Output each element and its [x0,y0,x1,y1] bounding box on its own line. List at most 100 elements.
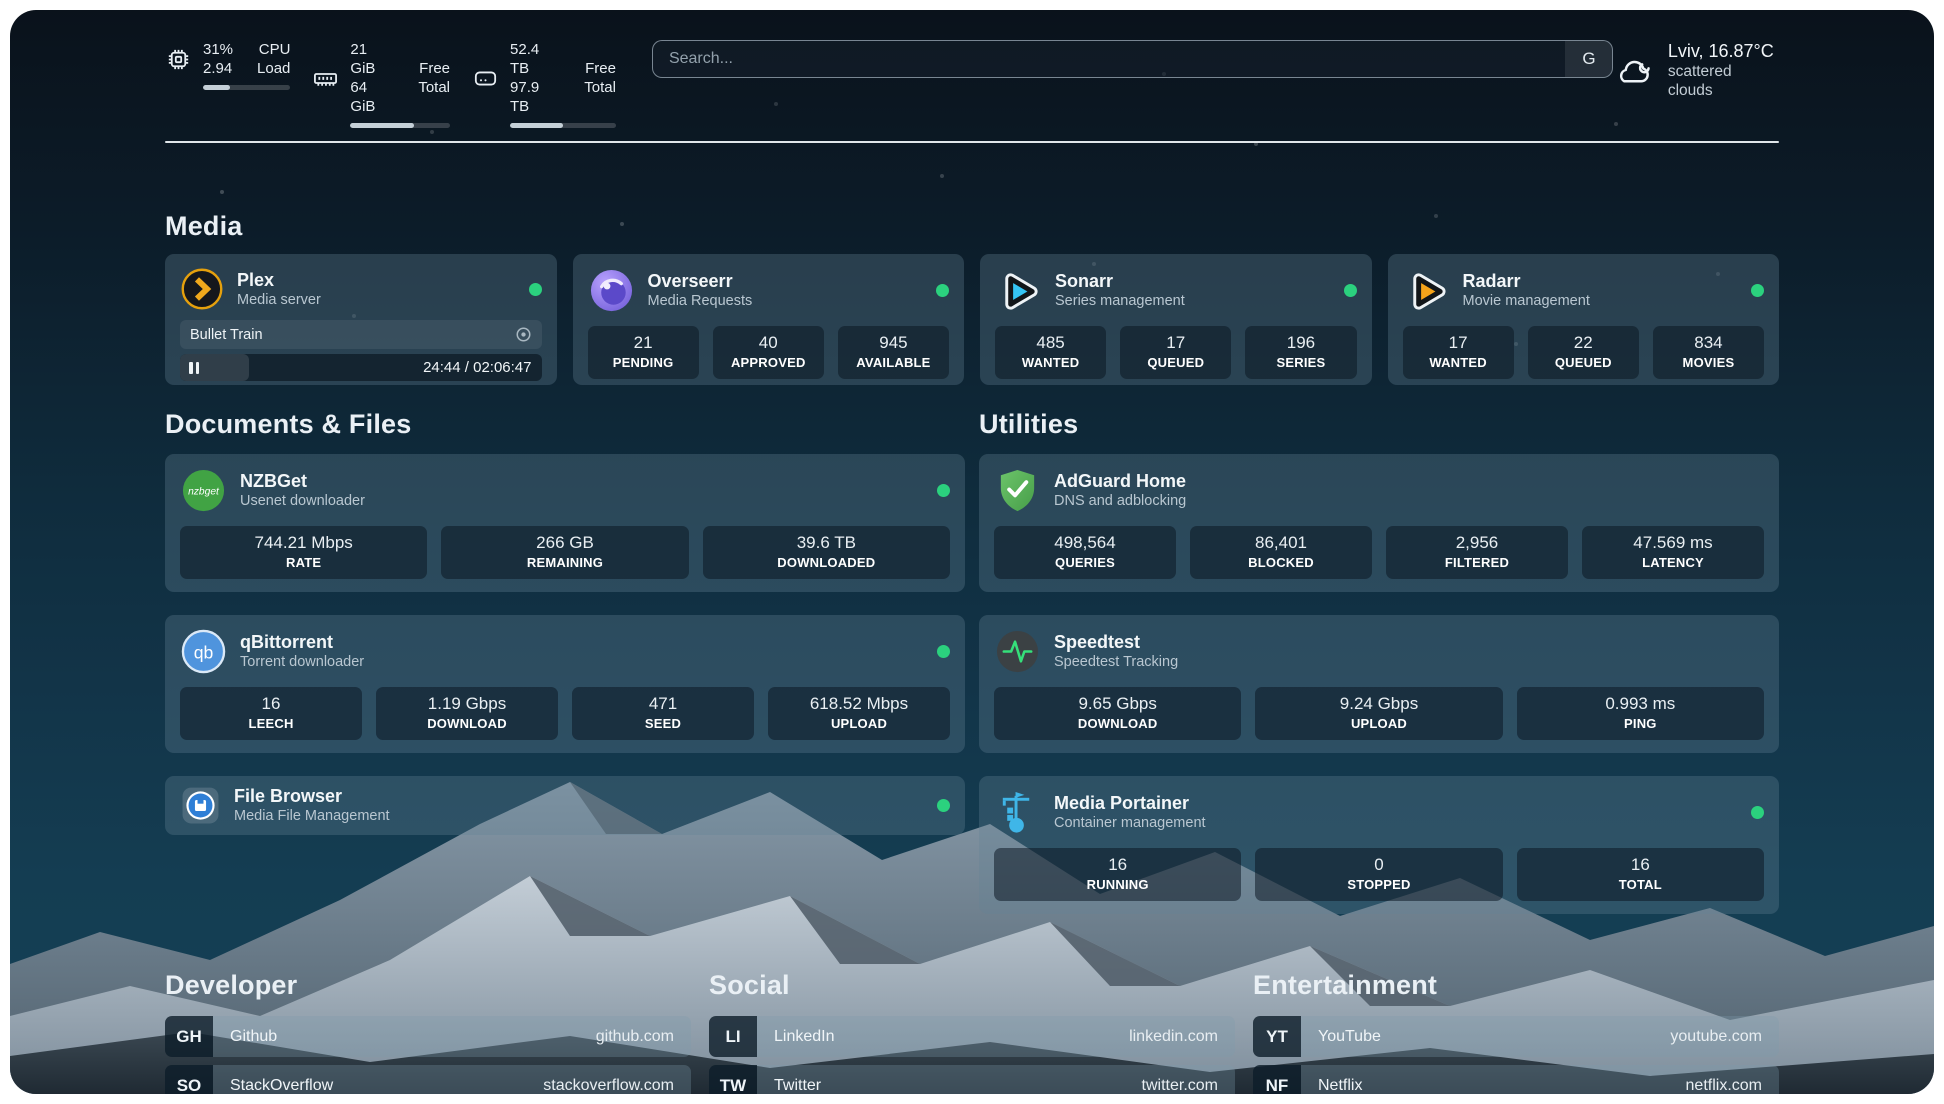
stat-tile: 86,401BLOCKED [1190,526,1372,579]
utilities-column: Utilities AdGuard Home DNS and adblockin… [979,409,1779,914]
now-playing-title: Bullet Train [190,327,263,343]
documents-column: Documents & Files nzbget NZBGet Usenet d… [165,409,965,914]
stat-tile: 39.6 TBDOWNLOADED [703,526,950,579]
app-card-portainer[interactable]: Media Portainer Container management 16R… [979,776,1779,914]
app-card-speedtest[interactable]: Speedtest Speedtest Tracking 9.65 GbpsDO… [979,615,1779,753]
search-bar: G [652,40,1614,78]
stat-tile: 196SERIES [1245,326,1356,379]
bookmark-name: YouTube [1318,1028,1381,1046]
stat-tile: 21PENDING [588,326,699,379]
bookmark-url: netflix.com [1686,1077,1762,1095]
bookmark-abbr: TW [709,1065,757,1094]
app-name: Plex [237,269,321,291]
status-dot [529,283,542,296]
app-name: Sonarr [1055,270,1185,292]
bookmark-name: Github [230,1028,277,1046]
now-playing-indicator-icon[interactable] [515,326,532,343]
bookmark-url: linkedin.com [1129,1028,1218,1046]
stat-tile: 16LEECH [180,687,362,740]
app-name: qBittorrent [240,631,364,653]
memory-free-value: 21 GiB [350,40,394,78]
radarr-icon [1403,267,1450,314]
stat-tile: 22QUEUED [1528,326,1639,379]
header-divider [165,141,1779,143]
bookmark-url: twitter.com [1142,1077,1218,1095]
stat-tile: 47.569 msLATENCY [1582,526,1764,579]
memory-total-value: 64 GiB [350,78,394,116]
status-dot [937,645,950,658]
app-card-filebrowser[interactable]: File Browser Media File Management [165,776,965,835]
app-description: Container management [1054,814,1206,833]
bookmark-name: LinkedIn [774,1028,835,1046]
disk-label-1: Free [584,59,616,78]
cpu-label-2: Load [257,59,290,78]
stat-tile: 9.24 GbpsUPLOAD [1255,687,1502,740]
weather-condition: scattered clouds [1668,62,1779,100]
app-name: Speedtest [1054,631,1178,653]
bookmark-linkedin[interactable]: LI LinkedIn linkedin.com [709,1016,1235,1057]
bookmark-stackoverflow[interactable]: SO StackOverflow stackoverflow.com [165,1065,691,1094]
bookmark-name: Twitter [774,1077,821,1095]
disk-label-2: Total [584,78,616,97]
disk-icon [472,65,499,92]
bookmark-abbr: YT [1253,1016,1301,1057]
adguard-icon [994,467,1041,514]
bookmarks-developer: Developer GH Github github.com SO StackO… [165,970,691,1094]
app-name: NZBGet [240,470,365,492]
app-description: Usenet downloader [240,492,365,511]
bookmarks-entertainment: Entertainment YT YouTube youtube.com NF … [1253,970,1779,1094]
app-card-qbittorrent[interactable]: qb qBittorrent Torrent downloader 16LEEC… [165,615,965,753]
app-description: Torrent downloader [240,653,364,672]
status-dot [1344,284,1357,297]
stat-tile: 498,564QUERIES [994,526,1176,579]
app-name: Radarr [1463,270,1590,292]
bookmarks-social: Social LI LinkedIn linkedin.com TW Twitt… [709,970,1235,1094]
app-card-plex[interactable]: Plex Media server Bullet Train 24:44 / 0… [165,254,557,385]
bookmark-netflix[interactable]: NF Netflix netflix.com [1253,1065,1779,1094]
stat-tile: 17QUEUED [1120,326,1231,379]
cpu-widget: 31% 2.94 CPU Load [165,40,290,90]
bookmark-twitter[interactable]: TW Twitter twitter.com [709,1065,1235,1094]
pause-icon[interactable] [189,362,200,374]
stat-tile: 834MOVIES [1653,326,1764,379]
section-title-social: Social [709,970,1235,1001]
app-description: Movie management [1463,292,1590,311]
bookmark-name: StackOverflow [230,1077,333,1095]
bookmark-github[interactable]: GH Github github.com [165,1016,691,1057]
app-card-radarr[interactable]: Radarr Movie management 17WANTED 22QUEUE… [1388,254,1780,385]
app-description: Speedtest Tracking [1054,653,1178,672]
app-card-overseerr[interactable]: Overseerr Media Requests 21PENDING 40APP… [573,254,965,385]
stat-tile: 0STOPPED [1255,848,1502,901]
stat-tile: 485WANTED [995,326,1106,379]
dashboard-window: 31% 2.94 CPU Load [10,10,1934,1094]
app-card-nzbget[interactable]: nzbget NZBGet Usenet downloader 744.21 M… [165,454,965,592]
search-engine-button[interactable]: G [1565,41,1612,77]
overseerr-icon [588,267,635,314]
portainer-icon [994,789,1041,836]
now-playing-row: Bullet Train [180,320,542,349]
memory-progress-bar [350,123,450,128]
status-dot [1751,806,1764,819]
media-card-grid: Plex Media server Bullet Train 24:44 / 0… [165,254,1779,385]
weather-widget: Lviv, 16.87°C scattered clouds [1613,40,1779,100]
bookmarks-grid: Developer GH Github github.com SO StackO… [165,970,1779,1094]
app-card-adguard[interactable]: AdGuard Home DNS and adblocking 498,564Q… [979,454,1779,592]
app-card-sonarr[interactable]: Sonarr Series management 485WANTED 17QUE… [980,254,1372,385]
search-input[interactable] [653,41,1566,77]
disk-total-value: 97.9 TB [510,78,560,116]
stat-tile: 945AVAILABLE [838,326,949,379]
filebrowser-icon [180,785,221,826]
app-description: Series management [1055,292,1185,311]
stat-tile: 16TOTAL [1517,848,1764,901]
bookmark-name: Netflix [1318,1077,1362,1095]
svg-text:qb: qb [194,642,214,662]
bookmark-url: github.com [596,1028,674,1046]
plex-icon [180,267,224,311]
section-title-documents: Documents & Files [165,409,965,440]
svg-text:nzbget: nzbget [188,486,220,497]
app-name: File Browser [234,785,390,807]
bookmark-youtube[interactable]: YT YouTube youtube.com [1253,1016,1779,1057]
section-title-entertainment: Entertainment [1253,970,1779,1001]
stat-tile: 471SEED [572,687,754,740]
status-dot [936,284,949,297]
